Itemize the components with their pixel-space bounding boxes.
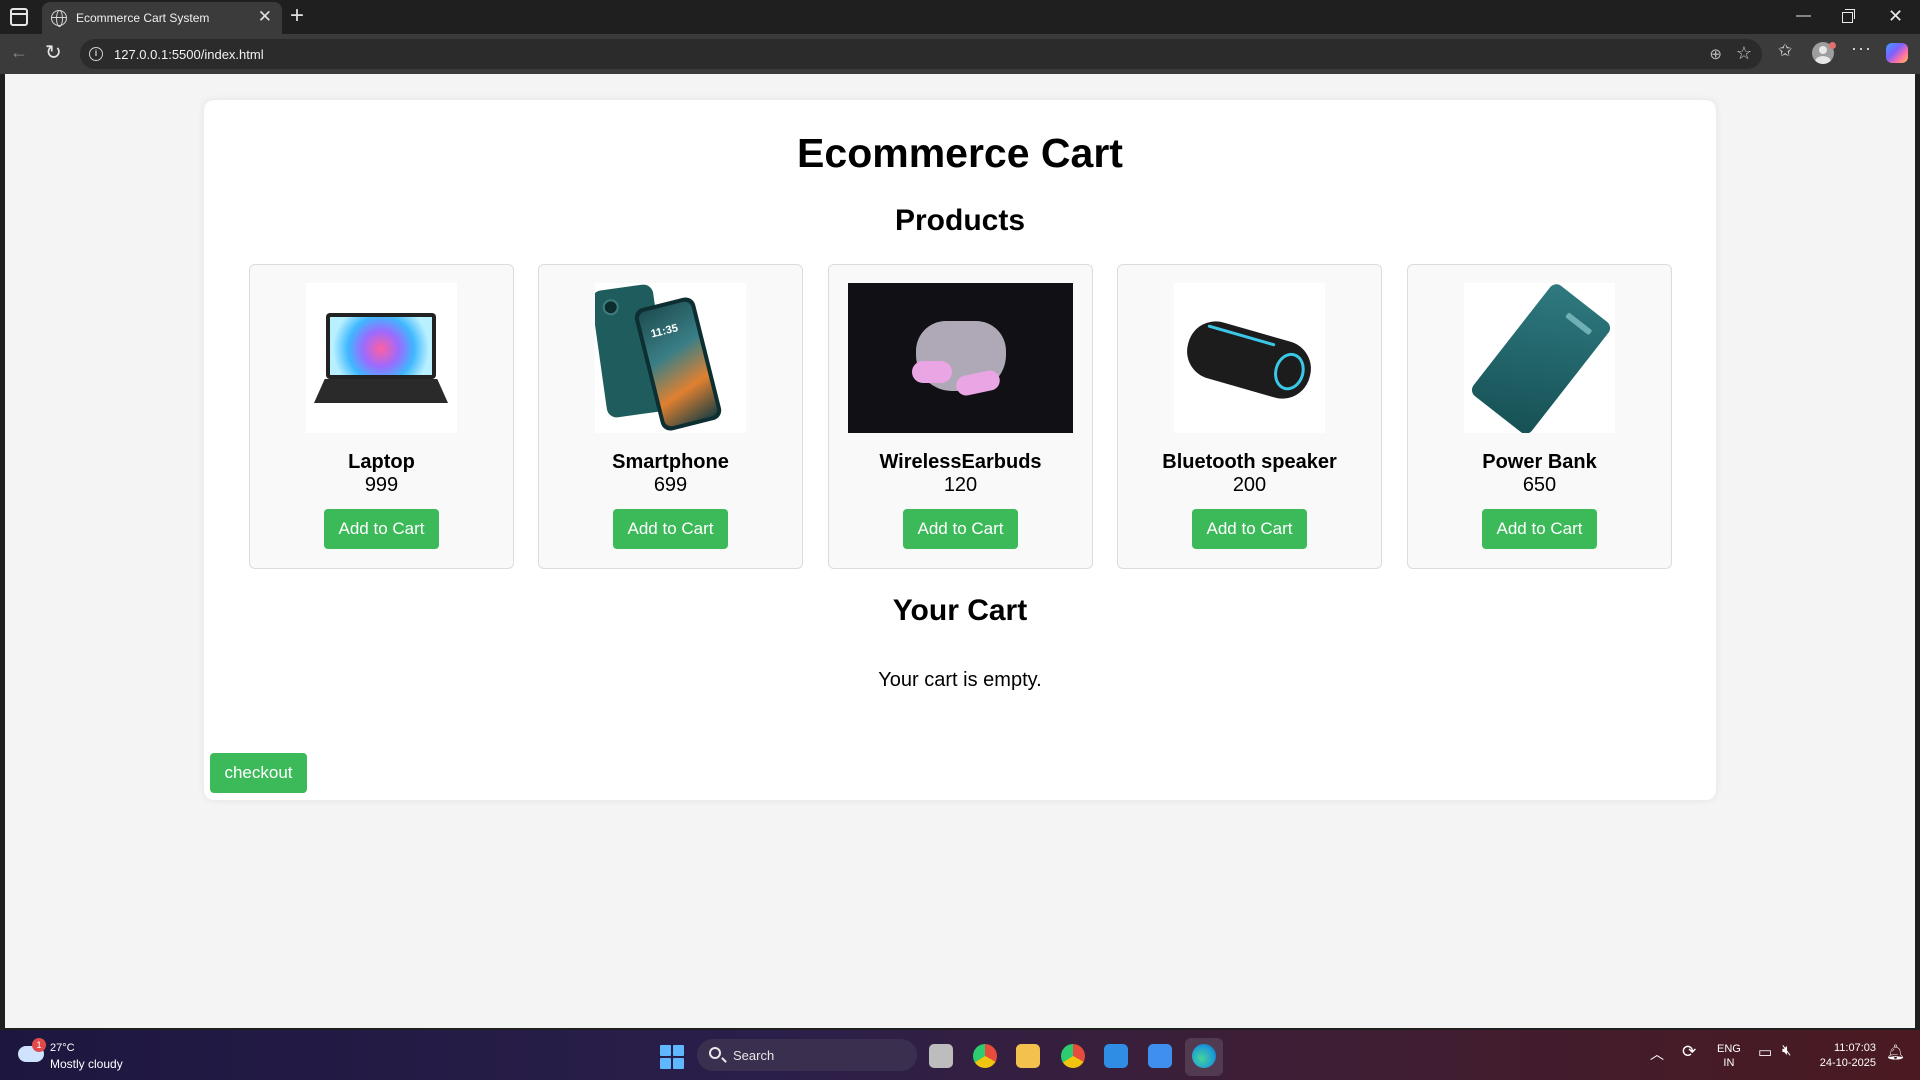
taskbar-search[interactable]: Search — [697, 1039, 917, 1071]
region-code: IN — [1723, 1057, 1735, 1069]
notification-bell-icon[interactable]: 🔔︎ — [1886, 1043, 1905, 1061]
product-price: 999 — [364, 474, 399, 496]
product-card-smartphone: 11:35 Smartphone 699 Add to Cart — [538, 264, 803, 569]
product-name: Smartphone — [612, 451, 729, 473]
chevron-up-icon[interactable]: ︿ — [1650, 1044, 1664, 1064]
cart-empty-message: Your cart is empty. — [878, 669, 1042, 691]
tab-close-icon[interactable]: ✕ — [258, 7, 272, 27]
restore-button[interactable] — [1842, 9, 1855, 23]
tab-title: Ecommerce Cart System — [76, 11, 210, 25]
page-title: Ecommerce Cart — [797, 130, 1123, 176]
more-options-icon[interactable]: ··· — [1851, 38, 1872, 59]
display-icon[interactable]: ▭ — [1758, 1043, 1772, 1061]
browser-toolbar: ← ↻ i 127.0.0.1:5500/index.html ⊕ ☆ ✩ ··… — [0, 34, 1920, 74]
browser-tab[interactable]: Ecommerce Cart System ✕ — [42, 2, 282, 34]
address-bar[interactable]: i 127.0.0.1:5500/index.html ⊕ ☆ — [80, 39, 1762, 69]
clock-date: 24-10-2025 — [1819, 1057, 1876, 1069]
products-heading: Products — [894, 204, 1026, 237]
product-price: 650 — [1522, 474, 1557, 496]
product-name: Bluetooth speaker — [1162, 451, 1337, 473]
clock-time: 11:07:03 — [1833, 1042, 1876, 1054]
new-tab-button[interactable]: + — [290, 2, 304, 30]
muted-speaker-icon[interactable]: 🔇︎ — [1782, 1042, 1791, 1059]
product-name: Power Bank — [1482, 451, 1597, 473]
system-clock[interactable]: 11:07:03 24-10-2025 — [1812, 1041, 1876, 1071]
product-card-power-bank: Power Bank 650 Add to Cart — [1407, 264, 1672, 569]
power-bank-image — [1464, 283, 1615, 433]
profile-notification-dot — [1829, 42, 1836, 49]
product-card-laptop: Laptop 999 Add to Cart — [249, 264, 514, 569]
windows-taskbar: 1 27°C Mostly cloudy Search ︿ ⟳ ENG IN ▭… — [0, 1030, 1920, 1080]
product-price: 200 — [1232, 474, 1267, 496]
language-code: ENG — [1717, 1043, 1741, 1055]
back-arrow-icon[interactable]: ← — [10, 42, 28, 63]
browser-title-bar: Ecommerce Cart System ✕ + — ✕ — [0, 0, 1920, 34]
laptop-image — [306, 283, 457, 433]
add-to-cart-button-speaker[interactable]: Add to Cart — [1192, 509, 1307, 549]
vscode-icon[interactable] — [1104, 1044, 1128, 1068]
product-card-earbuds: WirelessEarbuds 120 Add to Cart — [828, 264, 1093, 569]
task-view-icon[interactable] — [929, 1044, 953, 1068]
add-to-cart-button-smartphone[interactable]: Add to Cart — [613, 509, 728, 549]
add-to-cart-button-laptop[interactable]: Add to Cart — [324, 509, 439, 549]
copilot-icon[interactable] — [1886, 43, 1908, 63]
add-to-cart-button-power-bank[interactable]: Add to Cart — [1482, 509, 1597, 549]
windows-start-icon[interactable] — [660, 1045, 684, 1069]
product-price: 699 — [653, 474, 688, 496]
tab-actions-icon[interactable] — [10, 8, 28, 26]
product-name: WirelessEarbuds — [879, 451, 1042, 473]
weather-description[interactable]: Mostly cloudy — [50, 1057, 123, 1071]
add-to-cart-button-earbuds[interactable]: Add to Cart — [903, 509, 1018, 549]
weather-badge: 1 — [32, 1038, 46, 1052]
edge-icon[interactable] — [1192, 1044, 1216, 1068]
product-name: Laptop — [348, 451, 415, 473]
favorites-icon[interactable]: ✩ — [1778, 41, 1792, 61]
speaker-image — [1174, 283, 1325, 433]
earbuds-image — [848, 283, 1073, 433]
language-indicator[interactable]: ENG IN — [1717, 1042, 1741, 1070]
search-label: Search — [733, 1048, 775, 1063]
chrome-icon[interactable] — [973, 1044, 997, 1068]
favorite-star-icon[interactable]: ☆ — [1736, 43, 1752, 64]
file-explorer-icon[interactable] — [1016, 1044, 1040, 1068]
cart-heading: Your Cart — [892, 594, 1028, 627]
chrome-profile-icon[interactable] — [1061, 1044, 1085, 1068]
cart-container: Ecommerce Cart Products Laptop 999 Add t… — [204, 100, 1716, 800]
page-viewport: Ecommerce Cart Products Laptop 999 Add t… — [5, 74, 1915, 1028]
refresh-icon[interactable]: ↻ — [45, 40, 62, 65]
url-text[interactable]: 127.0.0.1:5500/index.html — [114, 47, 264, 62]
weather-temperature[interactable]: 27°C — [50, 1042, 75, 1054]
azure-data-studio-icon[interactable] — [1148, 1044, 1172, 1068]
search-icon — [709, 1047, 721, 1059]
globe-icon — [51, 10, 67, 27]
product-card-speaker: Bluetooth speaker 200 Add to Cart — [1117, 264, 1382, 569]
minimize-button[interactable]: — — [1796, 4, 1811, 28]
site-info-icon[interactable]: i — [89, 47, 103, 61]
checkout-button[interactable]: checkout — [210, 753, 307, 793]
zoom-icon[interactable]: ⊕ — [1709, 45, 1722, 63]
sync-icon[interactable]: ⟳ — [1682, 1042, 1696, 1062]
smartphone-image: 11:35 — [595, 283, 746, 433]
close-window-button[interactable]: ✕ — [1888, 4, 1903, 28]
product-price: 120 — [943, 474, 978, 496]
